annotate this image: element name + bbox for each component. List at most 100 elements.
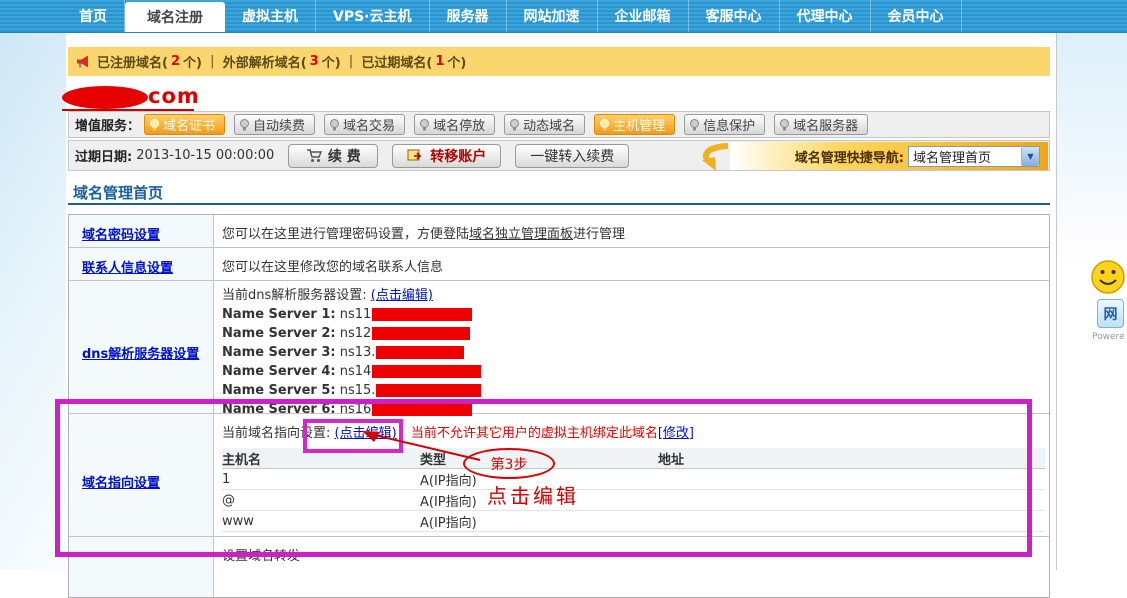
- ns2-label: Name Server 2:: [222, 326, 336, 341]
- host-management-button[interactable]: 主机管理: [594, 114, 675, 135]
- nav-domain-register[interactable]: 域名注册: [125, 2, 225, 32]
- record-host: www: [222, 514, 420, 529]
- expiry-label: 过期日期:: [75, 146, 132, 165]
- expired-domains-count: 1: [432, 54, 447, 69]
- external-dns-domains-count: 3: [307, 54, 322, 69]
- pointing-record-row: @ A(IP指向): [222, 490, 1045, 511]
- external-dns-domains-suffix: 个): [322, 52, 341, 71]
- quicknav-label: 域名管理快捷导航:: [795, 147, 904, 166]
- record-type: A(IP指向): [420, 470, 658, 489]
- curved-arrow-icon: [692, 140, 732, 174]
- ns3-value: ns13.: [340, 345, 376, 360]
- contact-desc: 您可以在这里修改您的域名联系人信息: [222, 260, 443, 275]
- dns-settings-link[interactable]: dns解析服务器设置: [82, 347, 199, 362]
- pointing-records-table: 主机名 类型 地址 1 A(IP指向) @ A(IP指向) www A(IP指向…: [222, 448, 1045, 532]
- independent-panel-link[interactable]: 域名独立管理面板: [469, 227, 573, 242]
- ns1-redaction: [372, 308, 472, 321]
- domain-parking-label: 域名停放: [433, 115, 485, 134]
- top-navigation: 首页 域名注册 虚拟主机 VPS·云主机 服务器 网站加速 企业邮箱 客服中心 …: [0, 0, 1127, 33]
- transfer-account-button[interactable]: 转移账户: [392, 144, 501, 168]
- domain-nameserver-label: 域名服务器: [793, 115, 858, 134]
- ns3-label: Name Server 3:: [222, 345, 336, 360]
- chevron-down-icon[interactable]: ▼: [1021, 147, 1039, 166]
- domain-tld-text[interactable]: com: [148, 84, 200, 108]
- domain-summary-bar: 已注册域名( 2 个) | 外部解析域名( 3 个) | 已过期域名( 1 个): [68, 47, 1050, 76]
- table-row: 设置域名转发: [69, 537, 1049, 597]
- nav-virtual-host[interactable]: 虚拟主机: [225, 0, 316, 32]
- info-protection-label: 信息保护: [703, 115, 755, 134]
- domain-nameserver-button[interactable]: 域名服务器: [774, 114, 868, 135]
- value-added-services-bar: 增值服务： 域名证书 自动续费 域名交易 域名停放 动态域名 主机管理 信息保护…: [68, 111, 1050, 138]
- notice-separator: |: [341, 54, 362, 69]
- expiry-date: 2013-10-15 00:00:00: [136, 148, 274, 163]
- binding-restriction-text: 当前不允许其它用户的虚拟主机绑定此域名: [411, 426, 658, 441]
- pointing-intro: 当前域名指向设置:: [222, 426, 330, 441]
- nav-vps-cloud[interactable]: VPS·云主机: [316, 0, 430, 32]
- bulb-icon: [419, 119, 430, 131]
- current-domain: com: [62, 84, 194, 111]
- dns-intro: 当前dns解析服务器设置:: [222, 288, 367, 303]
- bulb-icon: [239, 119, 250, 131]
- renew-button[interactable]: 续 费: [288, 144, 378, 168]
- bulb-icon: [779, 119, 790, 131]
- nav-enterprise-mail[interactable]: 企业邮箱: [598, 0, 689, 32]
- content-right-border: [1056, 33, 1057, 570]
- dns-edit-link[interactable]: (点击编辑): [371, 288, 433, 303]
- notice-separator: |: [202, 54, 223, 69]
- info-protection-button[interactable]: 信息保护: [684, 114, 765, 135]
- auto-renew-label: 自动续费: [253, 115, 305, 134]
- oneclick-renew-button[interactable]: 一键转入续费: [515, 144, 629, 168]
- domain-settings-table: 域名密码设置 您可以在这里进行管理密码设置，方便登陆域名独立管理面板进行管理 联…: [68, 214, 1050, 598]
- contact-info-settings-link[interactable]: 联系人信息设置: [82, 261, 173, 276]
- ns1-value: ns11: [340, 307, 372, 322]
- ns5-value: ns15.: [340, 383, 376, 398]
- pointing-record-row: 1 A(IP指向): [222, 469, 1045, 490]
- password-settings-link[interactable]: 域名密码设置: [82, 228, 160, 243]
- registered-domains-label[interactable]: 已注册域名(: [97, 52, 168, 71]
- nav-server[interactable]: 服务器: [430, 0, 507, 32]
- quicknav-select[interactable]: 域名管理首页 ▼: [908, 146, 1040, 167]
- domain-pointing-settings-link[interactable]: 域名指向设置: [82, 476, 160, 491]
- cart-icon: [306, 149, 322, 163]
- domain-parking-button[interactable]: 域名停放: [414, 114, 495, 135]
- modify-binding-link[interactable]: [修改]: [658, 426, 694, 441]
- page-title: 域名管理首页: [73, 182, 163, 203]
- nav-member-center[interactable]: 会员中心: [871, 0, 962, 32]
- record-type: A(IP指向): [420, 512, 658, 531]
- col-hostname: 主机名: [222, 449, 420, 468]
- col-type: 类型: [420, 449, 658, 468]
- nav-site-acceleration[interactable]: 网站加速: [507, 0, 598, 32]
- ns4-value: ns14: [340, 364, 372, 379]
- ns4-label: Name Server 4:: [222, 364, 336, 379]
- external-dns-domains-label[interactable]: 外部解析域名(: [223, 52, 307, 71]
- domain-certificate-button[interactable]: 域名证书: [144, 114, 225, 135]
- domain-trade-button[interactable]: 域名交易: [324, 114, 405, 135]
- left-background-strip: [0, 33, 66, 570]
- services-label: 增值服务：: [75, 115, 140, 134]
- pointing-header-row: 主机名 类型 地址: [222, 448, 1045, 469]
- bulb-icon: [689, 119, 700, 131]
- table-row: dns解析服务器设置 当前dns解析服务器设置: (点击编辑) Name Ser…: [69, 281, 1049, 414]
- title-divider: [68, 203, 1050, 205]
- ns2-value: ns12: [340, 326, 372, 341]
- smiley-icon[interactable]: [1089, 258, 1127, 296]
- bulb-icon: [599, 119, 610, 131]
- expired-domains-label[interactable]: 已过期域名(: [361, 52, 432, 71]
- registered-domains-count: 2: [168, 54, 183, 69]
- expired-domains-suffix: 个): [447, 52, 466, 71]
- dynamic-domain-button[interactable]: 动态域名: [504, 114, 585, 135]
- nav-agent-center[interactable]: 代理中心: [780, 0, 871, 32]
- dynamic-domain-label: 动态域名: [523, 115, 575, 134]
- record-type: A(IP指向): [420, 491, 658, 510]
- quicknav-selected-value: 域名管理首页: [909, 147, 991, 166]
- domain-redaction-ellipse: [62, 86, 148, 109]
- nav-home[interactable]: 首页: [62, 0, 125, 32]
- web-chat-icon[interactable]: 网: [1097, 299, 1124, 328]
- nav-customer-service[interactable]: 客服中心: [689, 0, 780, 32]
- table-row: 域名密码设置 您可以在这里进行管理密码设置，方便登陆域名独立管理面板进行管理: [69, 215, 1049, 248]
- auto-renew-button[interactable]: 自动续费: [234, 114, 315, 135]
- table-row: 联系人信息设置 您可以在这里修改您的域名联系人信息: [69, 248, 1049, 281]
- pointing-edit-link[interactable]: (点击编辑): [335, 426, 397, 441]
- ns5-label: Name Server 5:: [222, 383, 336, 398]
- ns2-redaction: [372, 327, 470, 340]
